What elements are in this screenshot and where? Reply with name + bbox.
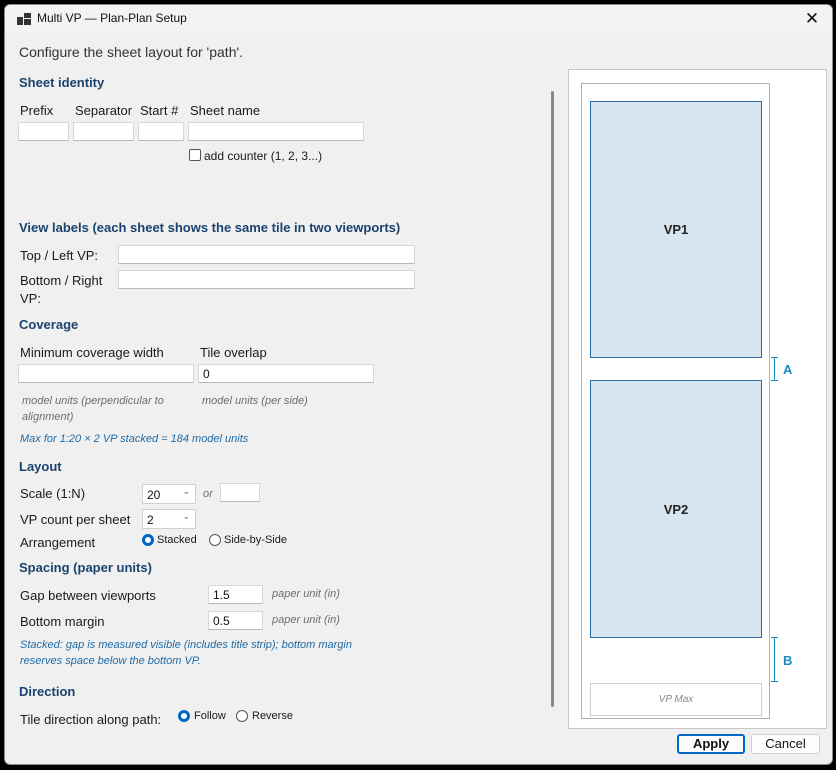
sheet-name-input[interactable] [188, 122, 364, 141]
close-icon[interactable]: ✕ [800, 7, 824, 31]
separator-label: Separator [75, 103, 133, 118]
add-counter-label: add counter (1, 2, 3...) [204, 149, 323, 163]
stacked-radio-label: Stacked [157, 534, 197, 546]
scale-custom-input[interactable] [220, 483, 260, 502]
bottom-margin-label: Bottom margin [20, 614, 105, 629]
tile-overlap-label: Tile overlap [200, 345, 267, 360]
apply-button[interactable]: Apply [677, 734, 745, 754]
gap-unit: paper unit (in) [272, 588, 340, 600]
cancel-button[interactable]: Cancel [751, 734, 820, 754]
vp2-box: VP2 [590, 380, 762, 638]
stacked-radio[interactable] [142, 534, 154, 546]
reverse-radio[interactable] [236, 710, 248, 722]
view-labels-heading: View labels (each sheet shows the same t… [19, 220, 401, 235]
vp1-label: VP1 [663, 222, 689, 237]
vp2-label: VP2 [663, 501, 689, 517]
min-coverage-hint-line2: alignment) [22, 411, 74, 423]
layout-heading: Layout [19, 459, 62, 474]
vp-count-select[interactable]: 2 ⌄ [142, 509, 196, 529]
min-coverage-label: Minimum coverage width [20, 345, 164, 360]
sheet-name-label: Sheet name [190, 103, 261, 118]
gap-label: Gap between viewports [20, 588, 156, 603]
vp-count-label: VP count per sheet [20, 512, 131, 527]
min-coverage-hint-line1: model units (perpendicular to [22, 395, 164, 407]
prefix-label: Prefix [20, 103, 54, 118]
dialog-window: Multi VP — Plan-Plan Setup ✕ Configure t… [4, 4, 833, 765]
side-by-side-radio-label: Side-by-Side [224, 534, 287, 546]
spacing-note-line2: reserves space below the bottom VP. [20, 655, 201, 667]
bottom-margin-input[interactable]: 0.5 [208, 611, 263, 630]
sheet-identity-heading: Sheet identity [19, 75, 105, 90]
bottom-right-vp-label-line1: Bottom / Right [20, 273, 103, 288]
direction-heading: Direction [19, 684, 76, 699]
tile-overlap-hint: model units (per side) [202, 395, 308, 407]
follow-radio[interactable] [178, 710, 190, 722]
gap-dimension-line [774, 357, 775, 380]
prefix-input[interactable] [18, 122, 69, 141]
spacing-heading: Spacing (paper units) [19, 560, 152, 575]
max-coverage-note: Max for 1:20 × 2 VP stacked = 184 model … [20, 433, 249, 445]
gap-dimension-tick-bottom [771, 380, 778, 381]
scale-select-value: 20 [147, 488, 161, 502]
tile-direction-label: Tile direction along path: [20, 712, 162, 727]
title-bar: Multi VP — Plan-Plan Setup ✕ [5, 5, 832, 33]
chevron-down-icon: ⌄ [182, 511, 190, 521]
vp-count-select-value: 2 [147, 513, 154, 527]
gap-input[interactable]: 1.5 [208, 585, 263, 604]
bottom-margin-unit: paper unit (in) [272, 614, 340, 626]
gap-marker-label: A [783, 362, 793, 377]
follow-radio-label: Follow [194, 710, 226, 722]
vp1-box: VP1 [590, 101, 762, 358]
start-number-label: Start # [140, 103, 179, 118]
window-title: Multi VP — Plan-Plan Setup [37, 11, 187, 25]
scale-label: Scale (1:N) [20, 486, 86, 501]
top-left-vp-label: Top / Left VP: [20, 248, 99, 263]
vp-max-label: VP Max [658, 694, 694, 705]
side-by-side-radio[interactable] [209, 534, 221, 546]
margin-marker-label: B [783, 653, 793, 668]
bottom-right-vp-input[interactable] [118, 270, 415, 289]
layout-preview: VP1 VP2 VP Max A B [568, 69, 827, 729]
form-scrollbar[interactable] [551, 91, 554, 707]
add-counter-checkbox[interactable] [189, 149, 201, 161]
reverse-radio-label: Reverse [252, 710, 293, 722]
spacing-note-line1: Stacked: gap is measured visible (includ… [20, 639, 352, 651]
margin-dimension-line [774, 637, 775, 681]
vp-max-box: VP Max [590, 683, 762, 716]
min-coverage-input[interactable] [18, 364, 194, 383]
arrangement-label: Arrangement [20, 535, 96, 550]
coverage-heading: Coverage [19, 317, 79, 332]
app-icon [17, 13, 31, 25]
intro-text: Configure the sheet layout for 'path'. [19, 44, 244, 60]
top-left-vp-input[interactable] [118, 245, 415, 264]
bottom-right-vp-label-line2: VP: [20, 291, 41, 306]
margin-dimension-tick-bottom [771, 681, 778, 682]
tile-overlap-input[interactable]: 0 [198, 364, 374, 383]
chevron-down-icon: ⌄ [182, 486, 190, 496]
scale-select[interactable]: 20 ⌄ [142, 484, 196, 504]
start-number-input[interactable] [138, 122, 184, 141]
or-label: or [203, 488, 213, 500]
separator-input[interactable] [73, 122, 134, 141]
